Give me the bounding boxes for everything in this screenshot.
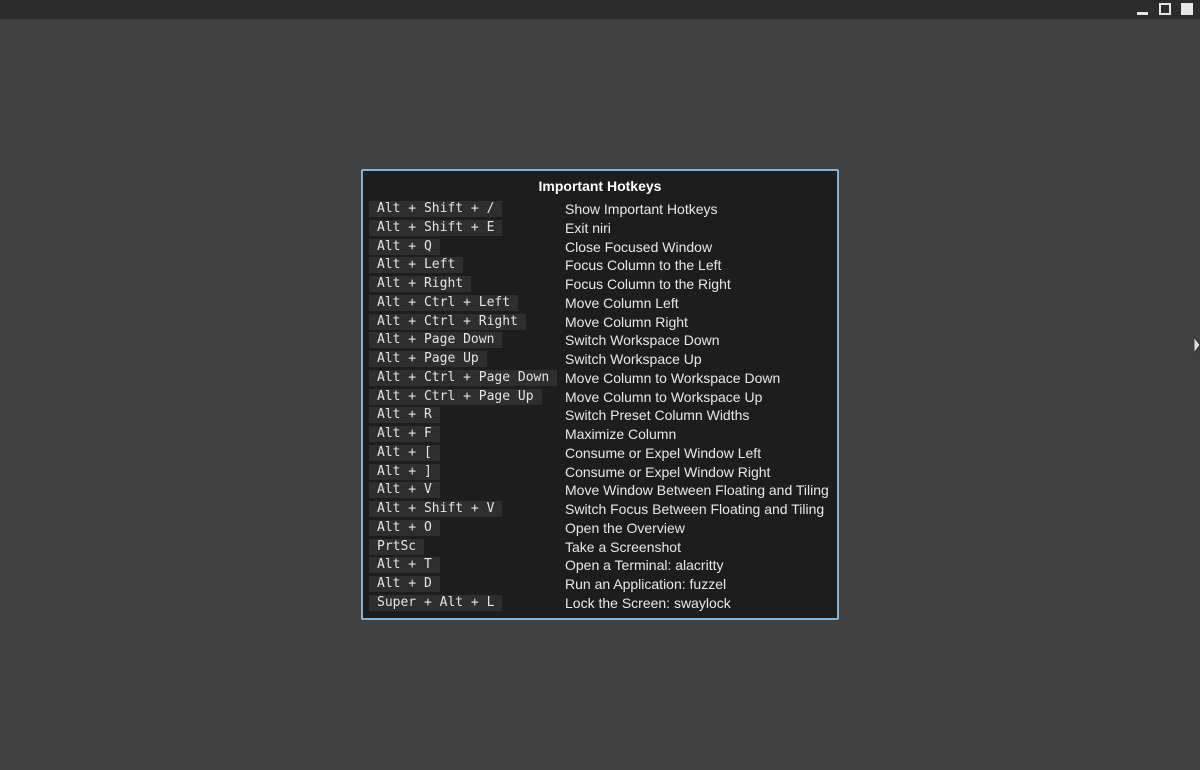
hotkey-row: Alt + Ctrl + Page Down Move Column to Wor… — [369, 369, 835, 388]
hotkey-keys: Alt + O — [369, 519, 440, 536]
hotkey-keys: Alt + D — [369, 576, 440, 592]
maximize-icon[interactable] — [1158, 2, 1172, 16]
hotkey-action: Switch Focus Between Floating and Tiling — [565, 501, 825, 517]
hotkey-row: Alt + O Open the Overview — [369, 519, 835, 538]
hotkey-row: Super + Alt + L Lock the Screen: swaylock — [369, 594, 835, 613]
hotkey-action: Show Important Hotkeys — [565, 201, 718, 217]
hotkey-keys: Alt + Ctrl + Right — [369, 313, 526, 330]
hotkey-keys: Alt + Right — [369, 276, 472, 292]
hotkey-action: Exit niri — [565, 219, 611, 236]
hotkey-keys: Alt + Q — [369, 238, 440, 255]
hotkey-row: Alt + Shift + / Show Important Hotkeys — [369, 200, 835, 219]
hotkey-row: Alt + Page Down Switch Workspace Down — [369, 331, 835, 350]
hotkey-action: Switch Preset Column Widths — [565, 407, 750, 424]
hotkey-keys: Alt + R — [369, 407, 440, 424]
hotkey-action: Take a Screenshot — [565, 538, 681, 555]
hotkey-row: Alt + ] Consume or Expel Window Right — [369, 463, 835, 482]
hotkey-action: Open a Terminal: alacritty — [565, 557, 724, 574]
hotkey-keys: Alt + F — [369, 426, 440, 442]
hotkey-keys: Alt + Left — [369, 257, 464, 274]
overlay-title: Important Hotkeys — [538, 178, 662, 194]
hotkey-action: Open the Overview — [565, 519, 685, 536]
hotkey-keys: Alt + Shift + V — [369, 501, 503, 517]
hotkey-action: Move Column Right — [565, 313, 688, 330]
hotkey-keys: Alt + Ctrl + Left — [369, 294, 519, 311]
hotkey-keys: Alt + Page Up — [369, 351, 487, 367]
hotkey-keys: Alt + [ — [369, 444, 440, 461]
hotkey-action: Switch Workspace Down — [565, 332, 720, 349]
hotkey-action: Move Column to Workspace Up — [565, 388, 763, 405]
hotkey-keys: Alt + V — [369, 482, 440, 499]
hotkey-action: Focus Column to the Right — [565, 276, 731, 292]
hotkey-action: Focus Column to the Left — [565, 257, 722, 274]
hotkey-action: Move Column to Workspace Down — [565, 369, 781, 386]
hotkey-keys: Alt + Shift + / — [369, 201, 503, 217]
hotkey-row: Alt + Ctrl + Page Up Move Column to Works… — [369, 388, 835, 407]
hotkey-keys: Alt + ] — [369, 463, 440, 480]
hotkey-action: Move Column Left — [565, 294, 679, 311]
hotkey-row: Alt + V Move Window Between Floating and … — [369, 481, 835, 500]
hotkey-action: Lock the Screen: swaylock — [565, 594, 731, 611]
hotkey-action: Consume or Expel Window Left — [565, 444, 762, 461]
hotkey-action: Switch Workspace Up — [565, 351, 702, 367]
hotkey-row: Alt + T Open a Terminal: alacritty — [369, 556, 835, 575]
hotkey-keys: Alt + Page Down — [369, 332, 503, 349]
hotkey-row: Alt + F Maximize Column — [369, 425, 835, 444]
hotkey-row: Alt + Shift + V Switch Focus Between Floa… — [369, 500, 835, 519]
hotkey-row: Alt + R Switch Preset Column Widths — [369, 406, 835, 425]
hotkey-row: PrtSc Take a Screenshot — [369, 538, 835, 557]
hotkey-action: Consume or Expel Window Right — [565, 463, 771, 480]
hotkey-row: Alt + Ctrl + Left Move Column Left — [369, 294, 835, 313]
window-titlebar — [0, 0, 1200, 19]
hotkey-row: Alt + Ctrl + Right Move Column Right — [369, 313, 835, 332]
hotkey-row: Alt + Left Focus Column to the Left — [369, 256, 835, 275]
hotkey-row: Alt + D Run an Application: fuzzel — [369, 575, 835, 594]
mouse-cursor-icon — [1194, 337, 1200, 353]
hotkey-list: Alt + Shift + / Show Important Hotkeys Alt… — [369, 200, 835, 613]
hotkey-keys: Alt + Ctrl + Page Down — [369, 369, 558, 386]
hotkey-row: Alt + Shift + E Exit niri — [369, 219, 835, 238]
hotkey-overlay: Important Hotkeys Alt + Shift + / Show Im… — [361, 169, 839, 620]
hotkey-keys: Super + Alt + L — [369, 594, 503, 611]
minimize-icon[interactable] — [1136, 2, 1150, 16]
hotkey-keys: Alt + T — [369, 557, 440, 574]
close-icon[interactable] — [1180, 2, 1194, 16]
hotkey-action: Move Window Between Floating and Tiling — [565, 482, 829, 499]
hotkey-keys: Alt + Ctrl + Page Up — [369, 388, 542, 405]
hotkey-row: Alt + [ Consume or Expel Window Left — [369, 444, 835, 463]
hotkey-action: Maximize Column — [565, 426, 677, 442]
hotkey-keys: Alt + Shift + E — [369, 219, 503, 236]
hotkey-action: Run an Application: fuzzel — [565, 576, 727, 592]
hotkey-action: Close Focused Window — [565, 238, 713, 255]
hotkey-row: Alt + Right Focus Column to the Right — [369, 275, 835, 294]
hotkey-keys: PrtSc — [369, 538, 425, 555]
hotkey-row: Alt + Q Close Focused Window — [369, 238, 835, 257]
hotkey-row: Alt + Page Up Switch Workspace Up — [369, 350, 835, 369]
